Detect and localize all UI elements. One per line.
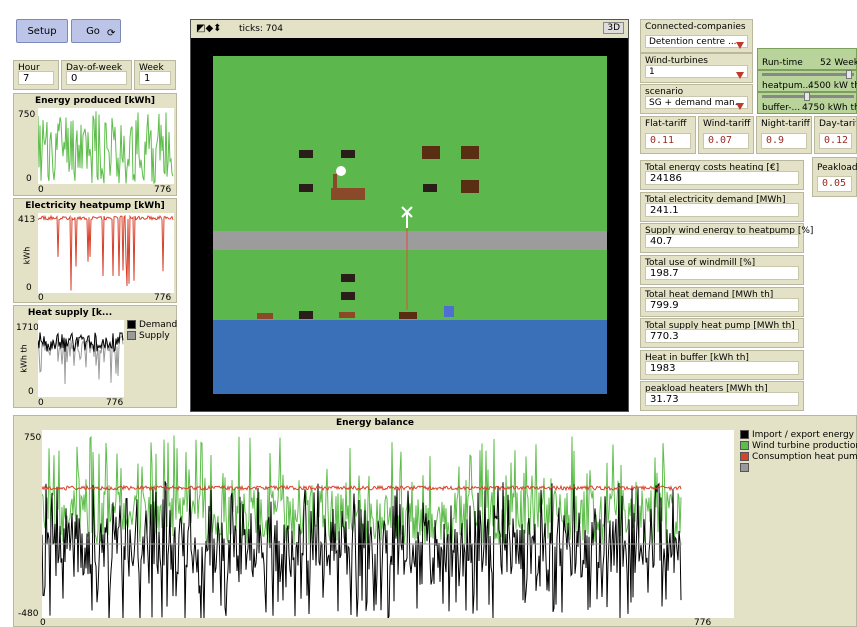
wind-turbines-chooser[interactable]: Wind-turbines 1 [640,53,753,83]
energy-balance-chart [41,435,682,621]
slider-handle[interactable] [804,92,810,101]
heat-in-buffer-monitor: Heat in buffer [kWh th] 1983 [640,350,804,380]
total-energy-costs-monitor: Total energy costs heating [€] 24186 [640,160,804,190]
world-view[interactable]: ◩◆⬍ ticks: 704 3D [190,19,629,412]
world-canvas [213,56,607,394]
view-toolbar: ◩◆⬍ ticks: 704 3D [191,20,628,38]
hour-monitor: Hour 7 [13,60,59,90]
week-value: 1 [139,71,171,85]
run-time-slider[interactable]: Run-time 52 Weeks [757,48,857,70]
legend-demand: Demand [127,320,177,330]
heat-supply-chart [37,331,124,385]
legend-gray [740,463,752,473]
go-button-label: Go [86,25,100,37]
scenario-chooser[interactable]: scenario SG + demand man... [640,84,753,114]
chevron-down-icon [736,42,744,49]
flat-tariff-input[interactable]: Flat-tariff 0.11 [640,116,696,154]
day-tariff-input[interactable]: Day-tariff 0.12 [814,116,857,154]
total-heat-demand-monitor: Total heat demand [MWh th] 799.9 [640,287,804,317]
setup-button[interactable]: Setup [16,19,68,43]
total-electricity-demand-monitor: Total electricity demand [MWh] 241.1 [640,192,804,222]
legend-wind-production: Wind turbine production [740,441,857,451]
peakload-heaters-monitor: peakload heaters [MWh th] 31.73 [640,381,804,411]
wind-tariff-input[interactable]: Wind-tariff 0.07 [698,116,754,154]
hour-value: 7 [18,71,54,85]
total-supply-heat-pump-monitor: Total supply heat pump [MWh th] 770.3 [640,318,804,348]
heat-supply-plot: Heat supply [k... 1710 0 0 776 kWh th De… [13,305,177,408]
day-of-week-value: 0 [66,71,127,85]
legend-consumption-heatpump: Consumption heat pump [740,452,857,462]
ticks-counter: ticks: 704 [239,24,283,34]
energy-produced-chart [37,111,174,185]
night-tariff-input[interactable]: Night-tariff 0.9 [756,116,812,154]
legend-import-export: Import / export energy [740,430,854,440]
plot-title: Energy balance [335,418,415,428]
heatpump-slider[interactable]: heatpum... 4500 kW th [757,70,857,92]
plot-title: Energy produced [kWh] [34,96,155,106]
forever-icon: ⟳ [107,28,116,39]
connected-companies-chooser[interactable]: Connected-companies Detention centre ... [640,19,753,53]
plot-title: Electricity heatpump [kWh] [25,201,165,211]
3d-button[interactable]: 3D [603,22,624,34]
buffer-slider[interactable]: buffer-... 4750 kWh th [757,92,857,114]
electricity-heatpump-chart [37,214,174,291]
week-monitor: Week 1 [134,60,176,90]
slider-handle[interactable] [846,70,852,79]
electricity-heatpump-plot: Electricity heatpump [kWh] 413 0 0 776 k… [13,198,177,303]
legend-supply: Supply [127,331,170,341]
energy-balance-plot: Energy balance 750 -480 0 776 Import / e… [13,415,857,627]
day-of-week-monitor: Day-of-week 0 [61,60,132,90]
chevron-down-icon [736,103,744,110]
total-use-windmill-monitor: Total use of windmill [%] 198.7 [640,255,804,285]
supply-wind-energy-monitor: Supply wind energy to heatpump [%] 40.7 [640,223,813,253]
energy-produced-plot: Energy produced [kWh] 750 0 0 776 [13,93,177,196]
plot-title: Heat supply [k... [27,308,113,318]
peakload-tariff-input[interactable]: Peakload... 0.05 [812,157,857,197]
view-control-icons[interactable]: ◩◆⬍ [196,23,222,34]
go-button[interactable]: Go ⟳ [71,19,121,43]
chevron-down-icon [736,72,744,79]
